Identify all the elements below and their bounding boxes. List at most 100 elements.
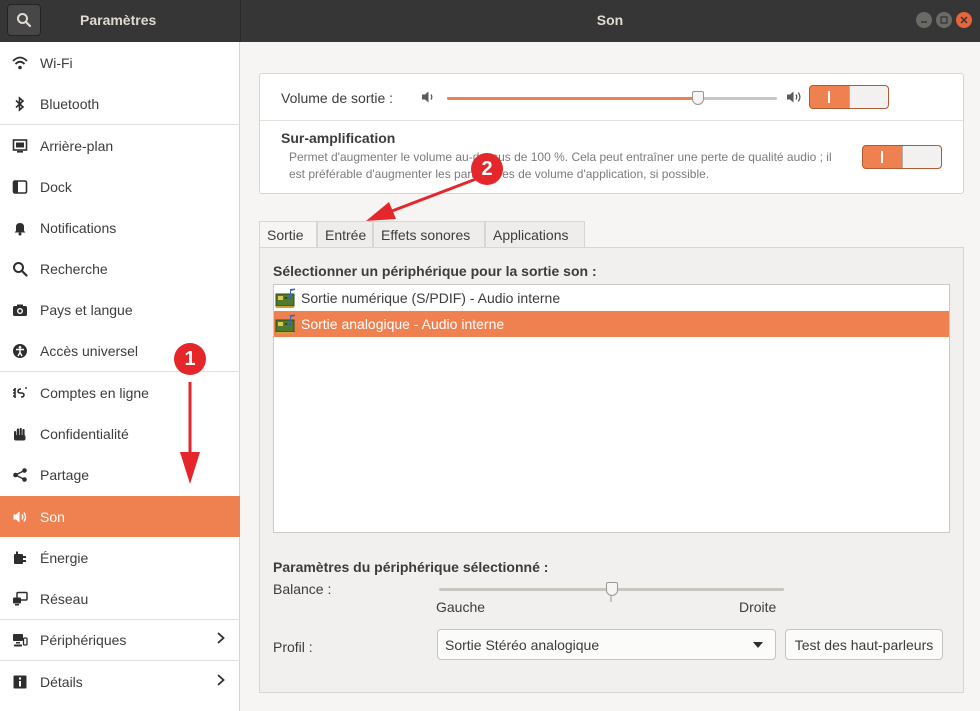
chevron-right-icon — [216, 672, 226, 691]
sidebar-item-search[interactable]: Recherche — [0, 248, 240, 289]
network-icon — [10, 589, 30, 609]
sidebar-item-dock[interactable]: Dock — [0, 166, 240, 207]
dock-icon — [10, 177, 30, 197]
speaker-icon — [10, 507, 30, 527]
sidebar-item-bluetooth[interactable]: Bluetooth — [0, 83, 240, 124]
device-label: Sortie analogique - Audio interne — [301, 316, 505, 332]
maximize-icon — [940, 16, 948, 24]
list-item[interactable]: Sortie analogique - Audio interne — [274, 311, 949, 337]
sidebar-item-label: Bluetooth — [40, 95, 100, 112]
sidebar-item-power[interactable]: Énergie — [0, 537, 240, 578]
sidebar-item-online-accounts[interactable]: Comptes en ligne — [0, 372, 240, 413]
sidebar-item-label: Comptes en ligne — [40, 384, 149, 401]
sidebar: Wi-Fi Bluetooth Arrière-plan Dock Notifi… — [0, 42, 240, 711]
output-volume-fill — [447, 97, 698, 100]
minimize-button[interactable] — [916, 12, 932, 28]
maximize-button[interactable] — [936, 12, 952, 28]
device-section-title: Sélectionner un périphérique pour la sor… — [273, 263, 597, 279]
chevron-right-icon — [216, 630, 226, 649]
sidebar-item-label: Dock — [40, 178, 72, 195]
devices-icon — [10, 630, 30, 650]
page-title: Son — [596, 12, 624, 28]
info-icon — [10, 672, 30, 692]
toggle-thumb — [849, 86, 888, 108]
output-volume-toggle[interactable] — [809, 85, 889, 109]
close-button[interactable] — [956, 12, 972, 28]
tab-input[interactable]: Entrée — [317, 221, 373, 247]
tab-sound-effects[interactable]: Effets sonores — [373, 221, 485, 247]
output-volume-row: Volume de sortie : — [260, 74, 963, 121]
bell-icon — [10, 218, 30, 238]
sidebar-item-notifications[interactable]: Notifications — [0, 207, 240, 248]
output-volume-label: Volume de sortie : — [281, 90, 394, 106]
share-icon — [10, 465, 30, 485]
balance-left-label: Gauche — [436, 599, 486, 615]
toggle-thumb — [902, 146, 941, 168]
amplification-toggle[interactable] — [862, 145, 942, 169]
sidebar-item-label: Réseau — [40, 590, 89, 607]
accessibility-icon — [10, 341, 30, 361]
output-device-list: Sortie numérique (S/PDIF) - Audio intern… — [273, 284, 950, 533]
camera-icon — [10, 300, 30, 320]
balance-label: Balance : — [273, 581, 332, 597]
balance-center-tick — [610, 596, 612, 602]
sidebar-item-label: Wi-Fi — [40, 54, 73, 71]
amplification-title: Sur-amplification — [281, 130, 396, 146]
sidebar-item-devices[interactable]: Périphériques — [0, 619, 240, 660]
sidebar-item-label: Confidentialité — [40, 425, 129, 442]
sidebar-item-wifi[interactable]: Wi-Fi — [0, 42, 240, 83]
sidebar-item-privacy[interactable]: Confidentialité — [0, 413, 240, 454]
profile-value: Sortie Stéréo analogique — [445, 636, 600, 653]
search-icon — [17, 13, 32, 28]
balance-slider[interactable] — [439, 582, 784, 596]
sidebar-item-background[interactable]: Arrière-plan — [0, 125, 240, 166]
sidebar-item-sharing[interactable]: Partage — [0, 454, 240, 495]
callout-badge-1: 1 — [174, 343, 206, 375]
sidebar-item-label: Pays et langue — [40, 301, 133, 318]
power-icon — [10, 548, 30, 568]
output-volume-slider[interactable] — [447, 91, 777, 105]
wifi-icon — [10, 53, 30, 73]
sidebar-item-label: Partage — [40, 466, 90, 483]
toggle-on-mark — [881, 151, 883, 163]
device-label: Sortie numérique (S/PDIF) - Audio intern… — [301, 290, 561, 306]
sidebar-item-label: Arrière-plan — [40, 137, 114, 154]
hand-icon — [10, 424, 30, 444]
list-item[interactable]: Sortie numérique (S/PDIF) - Audio intern… — [274, 285, 949, 311]
profile-select[interactable]: Sortie Stéréo analogique — [437, 629, 776, 660]
test-speakers-button[interactable]: Test des haut-parleurs — [785, 629, 943, 660]
sidebar-item-label: Détails — [40, 673, 83, 690]
sound-card-icon — [275, 313, 297, 335]
settings-title: Paramètres — [80, 12, 157, 28]
sidebar-item-label: Périphériques — [40, 631, 127, 648]
sidebar-item-label: Notifications — [40, 219, 117, 236]
output-volume-knob[interactable] — [691, 91, 704, 105]
dropdown-arrow-icon — [753, 642, 763, 648]
sidebar-item-label: Accès universel — [40, 342, 139, 359]
bluetooth-icon — [10, 94, 30, 114]
title-bar: Paramètres Son — [0, 0, 980, 42]
sound-card-icon — [275, 287, 297, 309]
search-button[interactable] — [7, 4, 41, 36]
volume-low-icon — [421, 90, 437, 107]
sidebar-item-network[interactable]: Réseau — [0, 578, 240, 619]
sidebar-item-sound[interactable]: Son — [0, 496, 240, 537]
balance-knob[interactable] — [605, 582, 618, 596]
volume-high-icon — [786, 90, 803, 107]
tab-output[interactable]: Sortie — [259, 221, 317, 248]
close-icon — [960, 16, 968, 24]
sidebar-item-label: Son — [40, 508, 65, 525]
profile-label: Profil : — [273, 639, 313, 655]
output-panel: Sélectionner un périphérique pour la sor… — [259, 247, 964, 693]
sidebar-item-label: Énergie — [40, 549, 89, 566]
sidebar-item-details[interactable]: Détails — [0, 661, 240, 702]
main-content: Volume de sortie : Sur-amplification Per… — [241, 42, 980, 711]
volume-card: Volume de sortie : Sur-amplification Per… — [259, 73, 964, 194]
sidebar-item-region[interactable]: Pays et langue — [0, 289, 240, 330]
tab-applications[interactable]: Applications — [485, 221, 585, 247]
online-accounts-icon — [10, 383, 30, 403]
amplification-description: Permet d'augmenter le volume au-dessus d… — [289, 150, 832, 181]
background-icon — [10, 136, 30, 156]
balance-right-label: Droite — [739, 599, 777, 615]
sidebar-item-label: Recherche — [40, 260, 108, 277]
